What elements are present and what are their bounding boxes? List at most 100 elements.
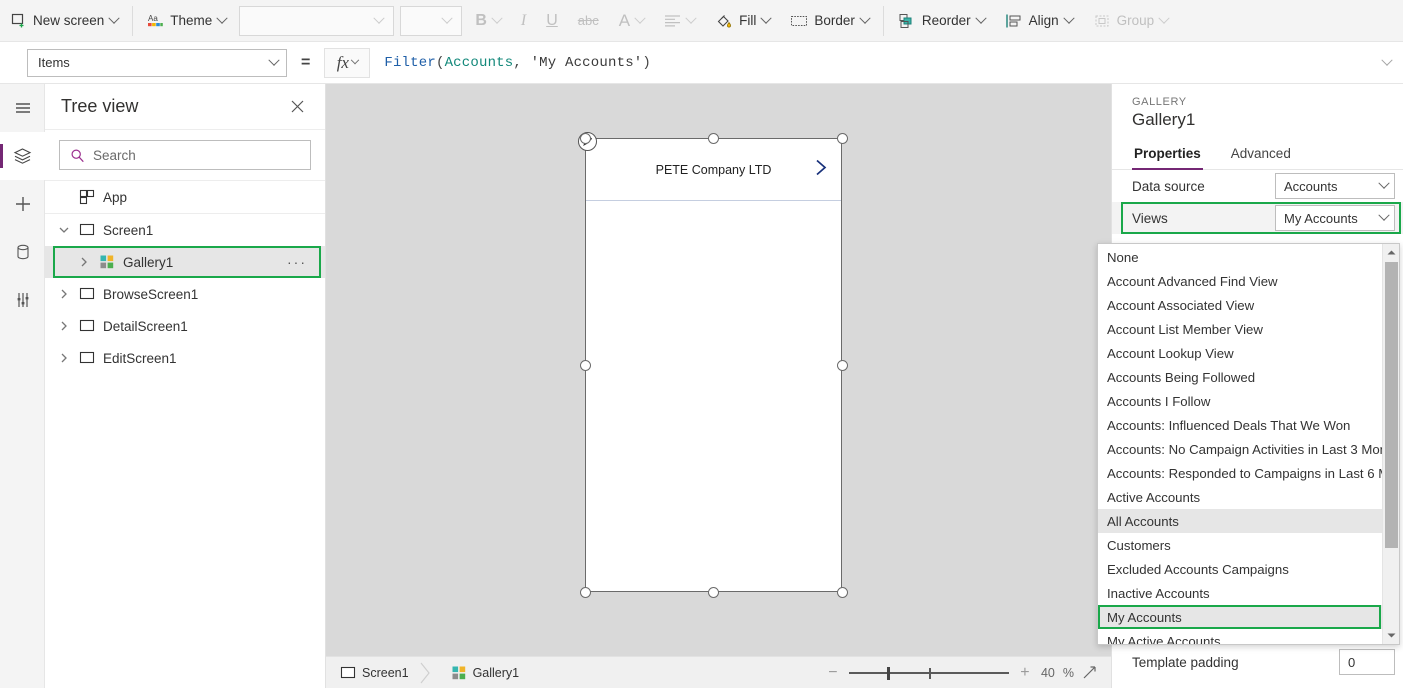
resize-handle-se[interactable] [837, 587, 848, 598]
group-button[interactable]: Group [1085, 5, 1177, 37]
tree-item-screen1[interactable]: Screen1 [45, 214, 325, 246]
new-screen-button[interactable]: New screen [2, 5, 126, 37]
next-arrow-icon[interactable] [814, 157, 829, 182]
dropdown-option[interactable]: Active Accounts [1098, 485, 1382, 509]
dropdown-option[interactable]: All Accounts [1098, 509, 1382, 533]
dropdown-option[interactable]: Inactive Accounts [1098, 581, 1382, 605]
rail-database-icon[interactable] [0, 228, 45, 276]
scrollbar-thumb[interactable] [1385, 262, 1398, 548]
font-color-button[interactable]: A [611, 5, 652, 37]
dropdown-option[interactable]: None [1098, 245, 1382, 269]
property-select[interactable]: Items [27, 49, 287, 77]
tree-view-header: Tree view [45, 84, 325, 130]
tab-advanced[interactable]: Advanced [1229, 140, 1293, 169]
zoom-out-button[interactable]: − [825, 665, 841, 681]
views-select[interactable]: My Accounts [1275, 205, 1395, 231]
underline-label: U [546, 12, 558, 30]
scroll-down-arrow-icon[interactable] [1383, 627, 1400, 644]
align-button[interactable]: Align [997, 5, 1081, 37]
tree-item-app[interactable]: App [45, 181, 325, 213]
dropdown-option[interactable]: Account List Member View [1098, 317, 1382, 341]
fill-button[interactable]: Fill [707, 5, 778, 37]
resize-handle-e[interactable] [837, 360, 848, 371]
zoom-slider-thumb[interactable] [887, 667, 890, 680]
rail-plus-icon[interactable] [0, 180, 45, 228]
resize-handle-s[interactable] [708, 587, 719, 598]
dropdown-option[interactable]: Account Advanced Find View [1098, 269, 1382, 293]
resize-handle-sw[interactable] [580, 587, 591, 598]
dropdown-option[interactable]: Excluded Accounts Campaigns [1098, 557, 1382, 581]
dropdown-option[interactable]: Accounts: Responded to Campaigns in Last… [1098, 461, 1382, 485]
breadcrumb-item-screen1[interactable]: Screen1 [326, 665, 415, 681]
formula-expand-chevron-icon[interactable] [1381, 54, 1392, 65]
chevron-right-icon[interactable] [53, 321, 75, 331]
tree-item-more-options-icon[interactable]: ··· [287, 254, 307, 270]
tree-item-gallery1[interactable]: Gallery1··· [45, 246, 325, 278]
tree-item-detailscreen1[interactable]: DetailScreen1 [45, 310, 325, 342]
font-size-select[interactable] [400, 6, 462, 36]
text-align-button[interactable] [656, 5, 703, 37]
new-screen-label: New screen [33, 13, 104, 28]
strikethrough-button[interactable]: abc [570, 5, 607, 37]
close-icon[interactable] [283, 93, 311, 121]
resize-handle-ne[interactable] [837, 133, 848, 144]
ribbon-divider [132, 6, 133, 36]
bold-button[interactable]: B [467, 5, 509, 37]
dropdown-option[interactable]: Account Associated View [1098, 293, 1382, 317]
border-icon [790, 14, 808, 28]
border-label: Border [814, 13, 855, 28]
dropdown-option[interactable]: My Accounts [1098, 605, 1382, 629]
rail-tools-icon[interactable] [0, 276, 45, 324]
gallery-item-title: PETE Company LTD [656, 163, 772, 177]
chevron-down-icon[interactable] [53, 225, 75, 235]
chevron-right-icon[interactable] [73, 257, 95, 267]
breadcrumb-separator-icon [415, 662, 437, 684]
tree-item-browsescreen1[interactable]: BrowseScreen1 [45, 278, 325, 310]
breadcrumb-item-gallery1[interactable]: Gallery1 [437, 665, 526, 681]
resize-handle-nw[interactable] [580, 133, 591, 144]
rail-layers-icon[interactable] [0, 132, 45, 180]
canvas-area[interactable]: PETE Company LTD [326, 84, 1111, 656]
dropdown-option[interactable]: Accounts: Influenced Deals That We Won [1098, 413, 1382, 437]
rail-hamburger-menu-icon[interactable] [0, 84, 45, 132]
zoom-slider[interactable] [849, 666, 1009, 680]
dropdown-scrollbar[interactable] [1382, 244, 1399, 644]
template-padding-input[interactable]: 0 [1339, 649, 1395, 675]
properties-tabs: Properties Advanced [1112, 140, 1403, 170]
dropdown-option[interactable]: My Active Accounts [1098, 629, 1382, 644]
resize-handle-w[interactable] [580, 360, 591, 371]
formula-input[interactable]: Filter(Accounts, 'My Accounts') [384, 55, 1383, 71]
font-family-select[interactable] [239, 6, 394, 36]
dropdown-option[interactable]: Accounts I Follow [1098, 389, 1382, 413]
underline-button[interactable]: U [538, 5, 566, 37]
views-dropdown-list[interactable]: NoneAccount Advanced Find ViewAccount As… [1097, 243, 1400, 645]
dropdown-option[interactable]: Accounts Being Followed [1098, 365, 1382, 389]
chevron-down-icon [374, 12, 385, 23]
screen-icon [75, 222, 99, 238]
scroll-up-arrow-icon[interactable] [1383, 244, 1400, 261]
data-source-select[interactable]: Accounts [1275, 173, 1395, 199]
border-button[interactable]: Border [782, 5, 877, 37]
formula-token-3: , [513, 55, 530, 71]
dropdown-option[interactable]: Customers [1098, 533, 1382, 557]
tree-item-label: DetailScreen1 [103, 319, 188, 334]
gallery-control[interactable]: PETE Company LTD [585, 138, 842, 592]
gallery-item-row[interactable]: PETE Company LTD [586, 139, 841, 201]
chevron-right-icon[interactable] [53, 353, 75, 363]
italic-button[interactable]: I [513, 5, 534, 37]
search-input[interactable]: Search [59, 140, 311, 170]
dropdown-option[interactable]: Accounts: No Campaign Activities in Last… [1098, 437, 1382, 461]
zoom-in-button[interactable]: + [1017, 665, 1033, 681]
reorder-button[interactable]: Reorder [890, 5, 993, 37]
left-rail [0, 84, 45, 688]
dropdown-option[interactable]: Account Lookup View [1098, 341, 1382, 365]
tree-item-editscreen1[interactable]: EditScreen1 [45, 342, 325, 374]
zoom-unit: % [1063, 666, 1074, 680]
resize-handle-n[interactable] [708, 133, 719, 144]
control-name: Gallery1 [1112, 110, 1403, 140]
fit-to-screen-icon[interactable] [1082, 665, 1097, 680]
fx-button[interactable]: fx [324, 48, 370, 78]
chevron-right-icon[interactable] [53, 289, 75, 299]
tab-properties[interactable]: Properties [1132, 140, 1203, 169]
theme-button[interactable]: Aa Theme [139, 5, 234, 37]
